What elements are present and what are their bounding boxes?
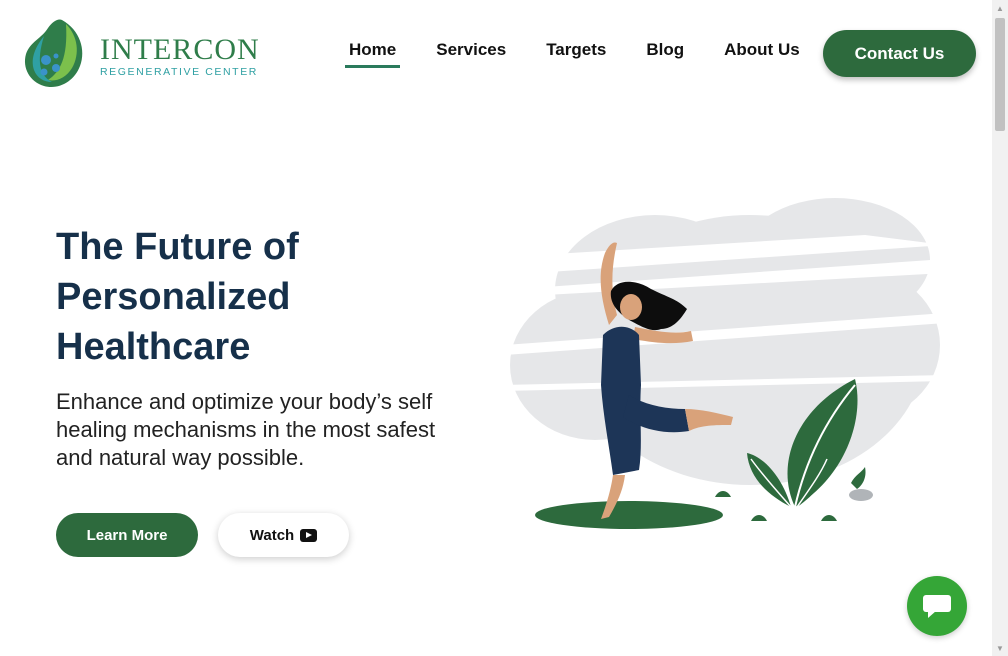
chat-button[interactable] [907, 576, 967, 636]
dancing-woman-illustration [505, 198, 945, 529]
hero-title-line: Personalized [56, 276, 291, 318]
hero-subtitle-line: healing mechanisms in the most safest [56, 417, 436, 442]
site-header: INTERCON REGENERATIVE CENTER Home Servic… [0, 0, 992, 110]
scroll-up-arrow-icon[interactable]: ▲ [992, 0, 1008, 16]
chat-bubble-icon [923, 595, 951, 618]
hero-subtitle: Enhance and optimize your body’s self he… [56, 388, 486, 472]
watch-label: Watch [249, 526, 295, 544]
vertical-scrollbar[interactable]: ▲ ▼ [992, 0, 1008, 656]
rock [849, 489, 873, 501]
hero-title-line: Healthcare [56, 326, 251, 368]
logo[interactable]: INTERCON REGENERATIVE CENTER [22, 16, 262, 92]
nav-item-blog[interactable]: Blog [646, 40, 684, 68]
leaf-drop-logo-icon [24, 19, 83, 88]
contact-us-button[interactable]: Contact Us [823, 30, 976, 77]
nav-item-services[interactable]: Services [436, 40, 506, 68]
ground-shadow [535, 501, 723, 529]
hero-subtitle-line: Enhance and optimize your body’s self [56, 389, 433, 414]
hero-subtitle-line: and natural way possible. [56, 445, 305, 470]
watch-button[interactable]: Watch [218, 513, 349, 557]
scroll-down-arrow-icon[interactable]: ▼ [992, 640, 1008, 656]
nav-item-targets[interactable]: Targets [546, 40, 606, 68]
hero-title: The Future of Personalized Healthcare [56, 222, 476, 372]
nav-item-home[interactable]: Home [344, 40, 401, 68]
nav-item-about-us[interactable]: About Us [724, 40, 800, 68]
main-nav: Home Services Targets Blog About Us [330, 40, 840, 68]
youtube-play-icon [300, 528, 318, 542]
logo-text: INTERCON REGENERATIVE CENTER [100, 33, 260, 79]
brand-tagline: REGENERATIVE CENTER [100, 66, 258, 78]
brand-name: INTERCON [100, 33, 260, 66]
hero-title-line: The Future of [56, 226, 299, 268]
learn-more-button[interactable]: Learn More [56, 513, 198, 557]
scrollbar-thumb[interactable] [995, 18, 1005, 131]
